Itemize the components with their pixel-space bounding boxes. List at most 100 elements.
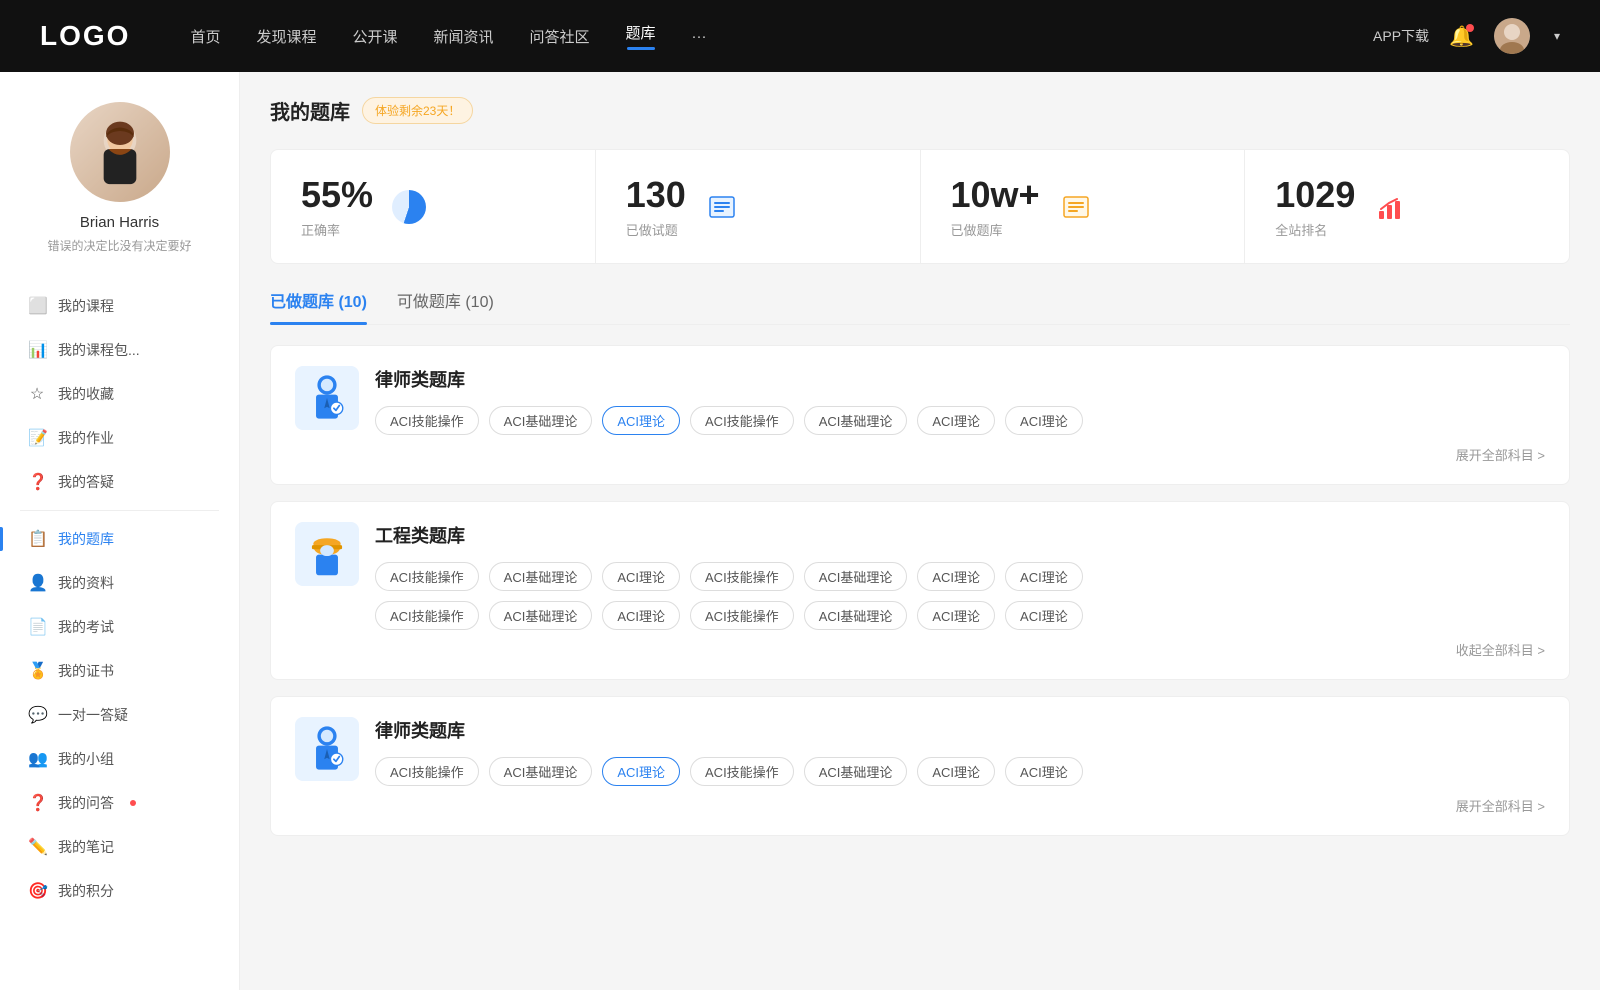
nav-link-qbank[interactable]: 题库 bbox=[626, 22, 656, 50]
sidebar-item-my-certs[interactable]: 🏅 我的证书 bbox=[0, 649, 239, 693]
stat-done-questions: 130 已做试题 bbox=[596, 150, 921, 263]
sidebar-item-my-notes[interactable]: ✏️ 我的笔记 bbox=[0, 825, 239, 869]
stat-site-rank-label: 全站排名 bbox=[1275, 220, 1355, 239]
divider-1 bbox=[20, 510, 219, 511]
lawyer-icon-2 bbox=[295, 717, 359, 781]
nav-link-discover[interactable]: 发现课程 bbox=[256, 26, 316, 47]
chat-icon: 💬 bbox=[28, 705, 46, 725]
tabs-row: 已做题库 (10) 可做题库 (10) bbox=[270, 288, 1570, 325]
sidebar-item-my-answers[interactable]: ❓ 我的问答 bbox=[0, 781, 239, 825]
tag-active[interactable]: ACI理论 bbox=[602, 757, 680, 786]
sidebar-label-my-exams: 我的考试 bbox=[58, 617, 114, 637]
sidebar-item-my-points[interactable]: 🎯 我的积分 bbox=[0, 869, 239, 913]
tags-row-lawyer1: ACI技能操作 ACI基础理论 ACI理论 ACI技能操作 ACI基础理论 AC… bbox=[375, 406, 1545, 435]
tab-done[interactable]: 已做题库 (10) bbox=[270, 288, 367, 324]
navbar: LOGO 首页 发现课程 公开课 新闻资讯 问答社区 题库 ··· APP下载 … bbox=[0, 0, 1600, 72]
chevron-down-icon[interactable]: ▾ bbox=[1554, 29, 1560, 43]
tag[interactable]: ACI技能操作 bbox=[690, 562, 794, 591]
tag[interactable]: ACI技能操作 bbox=[375, 757, 479, 786]
tag[interactable]: ACI技能操作 bbox=[690, 601, 794, 630]
tab-todo[interactable]: 可做题库 (10) bbox=[397, 288, 494, 324]
profile-name: Brian Harris bbox=[80, 214, 159, 231]
tag[interactable]: ACI技能操作 bbox=[690, 406, 794, 435]
sidebar-item-my-homework[interactable]: 📝 我的作业 bbox=[0, 416, 239, 460]
tag[interactable]: ACI技能操作 bbox=[375, 562, 479, 591]
sidebar-item-my-questions[interactable]: ❓ 我的答疑 bbox=[0, 460, 239, 504]
sidebar-label-my-favorites: 我的收藏 bbox=[58, 384, 114, 404]
tag[interactable]: ACI理论 bbox=[917, 757, 995, 786]
tags-row-engineer1-row2: ACI技能操作 ACI基础理论 ACI理论 ACI技能操作 ACI基础理论 AC… bbox=[375, 601, 1545, 630]
nav-link-more[interactable]: ··· bbox=[692, 28, 707, 45]
nav-link-news[interactable]: 新闻资讯 bbox=[434, 26, 494, 47]
cert-icon: 🏅 bbox=[28, 661, 46, 681]
sidebar-label-my-questions: 我的答疑 bbox=[58, 472, 114, 492]
tag[interactable]: ACI基础理论 bbox=[804, 406, 908, 435]
stat-accuracy-label: 正确率 bbox=[301, 220, 373, 239]
tag[interactable]: ACI基础理论 bbox=[489, 406, 593, 435]
tags-row-engineer1-row1: ACI技能操作 ACI基础理论 ACI理论 ACI技能操作 ACI基础理论 AC… bbox=[375, 562, 1545, 591]
sidebar-item-my-favorites[interactable]: ☆ 我的收藏 bbox=[0, 372, 239, 416]
sidebar: Brian Harris 错误的决定比没有决定要好 ⬜ 我的课程 📊 我的课程包… bbox=[0, 72, 240, 990]
question-circle-icon: ❓ bbox=[28, 472, 46, 492]
qbank-name-lawyer2: 律师类题库 bbox=[375, 717, 1545, 743]
tag[interactable]: ACI技能操作 bbox=[375, 406, 479, 435]
expand-link-lawyer2[interactable]: 展开全部科目 > bbox=[375, 796, 1545, 815]
qbank-section-lawyer1: 律师类题库 ACI技能操作 ACI基础理论 ACI理论 ACI技能操作 ACI基… bbox=[270, 345, 1570, 485]
tag[interactable]: ACI理论 bbox=[1005, 406, 1083, 435]
tag[interactable]: ACI理论 bbox=[602, 562, 680, 591]
tag[interactable]: ACI技能操作 bbox=[690, 757, 794, 786]
stat-done-banks-label: 已做题库 bbox=[951, 220, 1040, 239]
list-blue-icon bbox=[702, 187, 742, 227]
sidebar-item-my-exams[interactable]: 📄 我的考试 bbox=[0, 605, 239, 649]
tag[interactable]: ACI理论 bbox=[1005, 601, 1083, 630]
sidebar-label-my-notes: 我的笔记 bbox=[58, 837, 114, 857]
tag[interactable]: ACI基础理论 bbox=[489, 601, 593, 630]
tag[interactable]: ACI基础理论 bbox=[804, 562, 908, 591]
stat-accuracy-value: 55% bbox=[301, 174, 373, 216]
tag[interactable]: ACI基础理论 bbox=[489, 562, 593, 591]
engineer-icon bbox=[295, 522, 359, 586]
qbank-name-engineer1: 工程类题库 bbox=[375, 522, 1545, 548]
tag[interactable]: ACI基础理论 bbox=[804, 757, 908, 786]
tag[interactable]: ACI基础理论 bbox=[489, 757, 593, 786]
list-orange-icon bbox=[1056, 187, 1096, 227]
tag[interactable]: ACI理论 bbox=[1005, 757, 1083, 786]
tag[interactable]: ACI理论 bbox=[917, 406, 995, 435]
qbank-section-engineer1: 工程类题库 ACI技能操作 ACI基础理论 ACI理论 ACI技能操作 ACI基… bbox=[270, 501, 1570, 680]
sidebar-item-my-course-packages[interactable]: 📊 我的课程包... bbox=[0, 328, 239, 372]
app-download-button[interactable]: APP下载 bbox=[1373, 26, 1429, 46]
tag[interactable]: ACI理论 bbox=[602, 601, 680, 630]
sidebar-item-my-qbank[interactable]: 📋 我的题库 bbox=[0, 517, 239, 561]
notes-icon: ✏️ bbox=[28, 837, 46, 857]
qbank-section-lawyer2: 律师类题库 ACI技能操作 ACI基础理论 ACI理论 ACI技能操作 ACI基… bbox=[270, 696, 1570, 836]
bar-chart-red-icon bbox=[1371, 187, 1411, 227]
tag[interactable]: ACI技能操作 bbox=[375, 601, 479, 630]
collapse-link-engineer1[interactable]: 收起全部科目 > bbox=[375, 640, 1545, 659]
tag-active[interactable]: ACI理论 bbox=[602, 406, 680, 435]
pie-chart-icon bbox=[389, 187, 429, 227]
nav-link-qa[interactable]: 问答社区 bbox=[530, 26, 590, 47]
sidebar-item-my-courses[interactable]: ⬜ 我的课程 bbox=[0, 284, 239, 328]
sidebar-item-my-group[interactable]: 👥 我的小组 bbox=[0, 737, 239, 781]
tag[interactable]: ACI理论 bbox=[917, 562, 995, 591]
stat-site-rank: 1029 全站排名 bbox=[1245, 150, 1569, 263]
bell-icon[interactable]: 🔔 bbox=[1449, 24, 1474, 49]
bar-chart-icon: 📊 bbox=[28, 340, 46, 360]
lawyer-icon bbox=[295, 366, 359, 430]
sidebar-label-my-homework: 我的作业 bbox=[58, 428, 114, 448]
sidebar-label-my-qbank: 我的题库 bbox=[58, 529, 114, 549]
sidebar-item-my-profile[interactable]: 👤 我的资料 bbox=[0, 561, 239, 605]
page-title: 我的题库 bbox=[270, 96, 350, 125]
expand-link-lawyer1[interactable]: 展开全部科目 > bbox=[375, 445, 1545, 464]
tag[interactable]: ACI基础理论 bbox=[804, 601, 908, 630]
answers-icon: ❓ bbox=[28, 793, 46, 813]
nav-link-open[interactable]: 公开课 bbox=[352, 26, 397, 47]
profile-section: Brian Harris 错误的决定比没有决定要好 bbox=[0, 72, 239, 274]
tag[interactable]: ACI理论 bbox=[1005, 562, 1083, 591]
qbank-icon: 📋 bbox=[28, 529, 46, 549]
nav-link-home[interactable]: 首页 bbox=[190, 26, 220, 47]
sidebar-item-one-on-one[interactable]: 💬 一对一答疑 bbox=[0, 693, 239, 737]
avatar[interactable] bbox=[1494, 18, 1530, 54]
tag[interactable]: ACI理论 bbox=[917, 601, 995, 630]
group-icon: 👥 bbox=[28, 749, 46, 769]
